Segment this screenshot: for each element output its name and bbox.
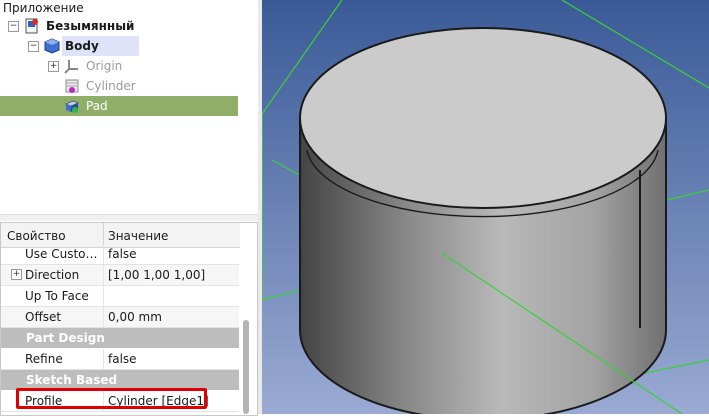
highlight-annotation [16,388,207,409]
tree-header: Приложение [3,1,84,15]
tree-item-label: Origin [86,59,123,73]
sketch-icon [64,78,80,94]
property-row[interactable]: Refine false [1,349,239,370]
tree-item-label: Body [62,36,139,56]
group-label: Part Design [26,331,105,345]
tree-item-pad[interactable]: Pad [0,96,238,116]
group-label: Sketch Based [26,373,118,387]
header-label: Свойство [7,229,66,243]
tree-item-cylinder[interactable]: Cylinder [0,76,258,96]
property-name: Offset [25,310,62,324]
origin-icon [64,58,80,74]
collapse-icon[interactable]: − [28,41,39,52]
tree-item-origin[interactable]: + Origin [0,56,258,76]
property-name: Direction [25,268,80,282]
pad-icon [64,98,80,114]
property-row[interactable]: Use Custo… false [1,244,239,265]
expand-icon[interactable]: + [48,61,59,72]
property-row[interactable]: Up To Face [1,286,239,307]
property-name: Refine [25,352,63,366]
collapse-icon[interactable]: − [8,21,19,32]
property-group: Part Design [1,328,239,348]
property-row[interactable]: + Direction [1,00 1,00 1,00] [1,265,239,286]
cylinder-top-face [299,27,667,209]
property-scrollbar[interactable] [243,320,249,414]
tree-item-label: Безымянный [46,19,135,33]
left-panel: Приложение − Безымянный − Body + Origin … [0,0,258,416]
property-value[interactable]: 0,00 mm [103,307,239,327]
3d-scene [262,0,709,414]
panel-splitter[interactable] [0,214,258,221]
property-value[interactable] [103,286,239,306]
tree-item-body[interactable]: − Body [0,36,258,56]
3d-viewport[interactable] [262,0,709,414]
property-value[interactable]: false [103,244,239,264]
header-label: Значение [108,229,169,243]
property-value[interactable]: false [103,349,239,369]
body-icon [44,38,60,54]
property-name: Use Custo… [25,247,98,261]
property-name: Up To Face [25,289,89,303]
body-label: Body [65,39,99,53]
property-value[interactable]: [1,00 1,00 1,00] [103,265,239,285]
expand-icon[interactable]: + [11,269,22,280]
tree-item-document[interactable]: − Безымянный [0,16,258,36]
tree-item-label: Pad [86,99,108,113]
property-table: Свойство Значение Use Custo… false + Dir… [0,222,258,416]
property-group: Sketch Based [1,370,239,390]
document-icon [24,18,40,34]
property-row[interactable]: Offset 0,00 mm [1,307,239,328]
tree-item-label: Cylinder [86,79,136,93]
